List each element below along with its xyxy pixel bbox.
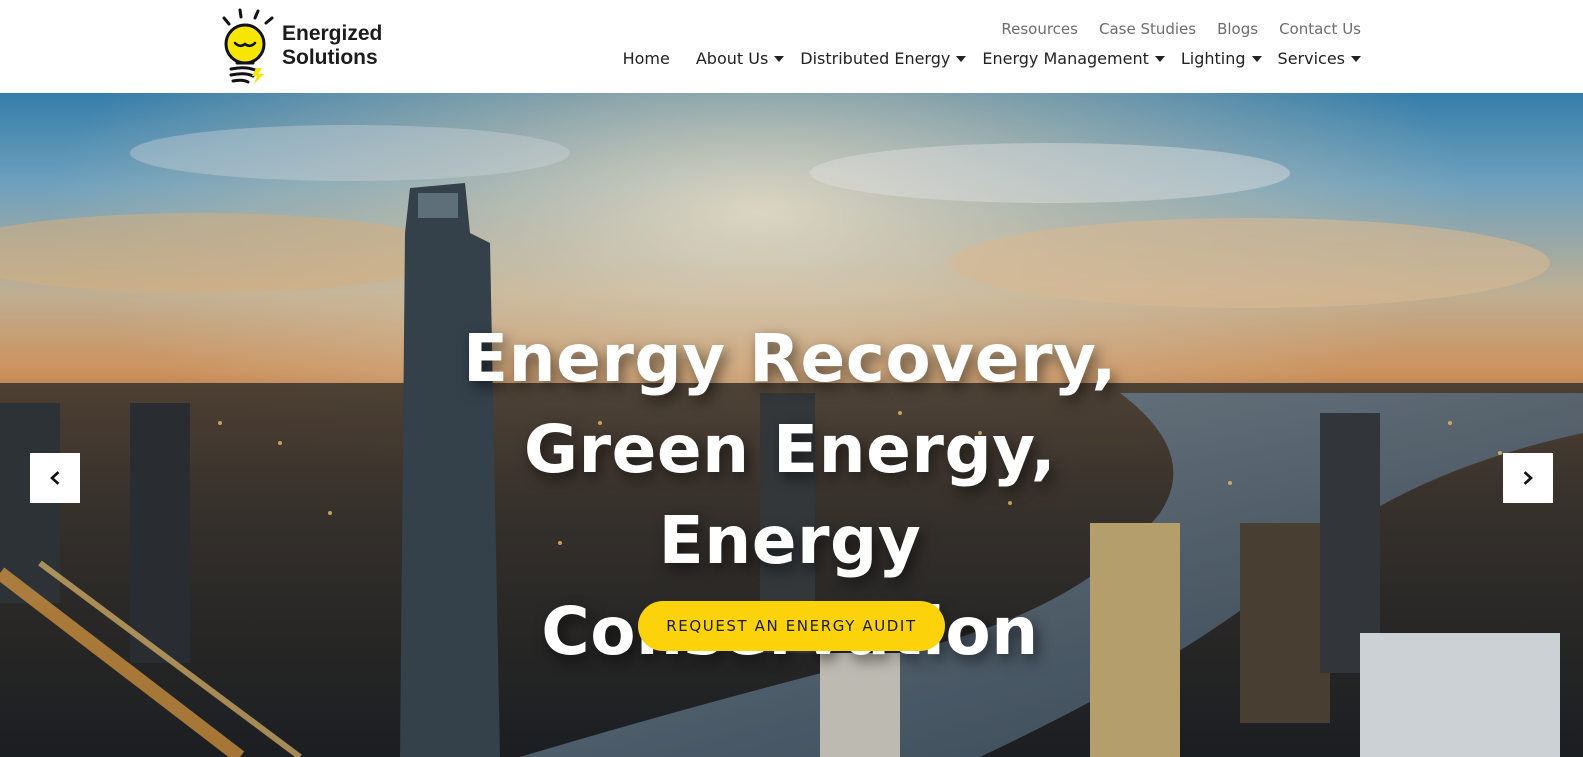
utility-nav: Resources Case Studies Blogs Contact Us (1001, 19, 1361, 39)
nav-item-label: About Us (695, 49, 769, 68)
nav-item-label: Energy Management (982, 49, 1149, 68)
caret-down-icon (1154, 56, 1165, 62)
nav-item-home[interactable]: Home (623, 48, 670, 70)
nav-item-services[interactable]: Services (1278, 48, 1361, 70)
nav-item-label: Home (622, 49, 670, 68)
chevron-right-icon (1523, 471, 1533, 485)
caret-down-icon (1251, 56, 1262, 62)
nav-item-energy-management[interactable]: Energy Management (982, 48, 1165, 70)
site-logo[interactable]: Energized Solutions (218, 8, 388, 86)
site-header: Energized Solutions Resources Case Studi… (0, 0, 1583, 93)
nav-item-about-us[interactable]: About Us (695, 48, 785, 70)
request-energy-audit-button[interactable]: REQUEST AN ENERGY AUDIT (638, 601, 945, 651)
main-nav: Home About Us Distributed Energy Energy … (623, 48, 1361, 70)
brand-name-line1: Energized (282, 22, 383, 45)
top-link-blogs[interactable]: Blogs (1217, 19, 1258, 39)
nav-item-label: Lighting (1180, 49, 1246, 68)
nav-item-lighting[interactable]: Lighting (1181, 48, 1262, 70)
lightbulb-icon (222, 8, 274, 84)
nav-item-distributed-energy[interactable]: Distributed Energy (800, 48, 967, 70)
top-link-contact-us[interactable]: Contact Us (1279, 19, 1361, 39)
slider-prev-button[interactable] (30, 453, 80, 503)
chevron-left-icon (50, 471, 60, 485)
brand-name-line2: Solutions (282, 46, 378, 69)
top-link-case-studies[interactable]: Case Studies (1099, 19, 1196, 39)
hero-headline-line: Energy Recovery, (463, 320, 1117, 397)
nav-item-label: Distributed Energy (800, 49, 951, 68)
caret-down-icon (956, 56, 967, 62)
hero-headline-line: Green Energy, Energy (523, 411, 1057, 579)
top-link-resources[interactable]: Resources (1001, 19, 1078, 39)
caret-down-icon (774, 56, 785, 62)
caret-down-icon (1351, 56, 1361, 62)
hero-slider: Energy Recovery, Green Energy, Energy Co… (0, 93, 1583, 757)
brand-name: Energized Solutions (282, 22, 382, 70)
slider-next-button[interactable] (1503, 453, 1553, 503)
nav-item-label: Services (1277, 49, 1345, 68)
